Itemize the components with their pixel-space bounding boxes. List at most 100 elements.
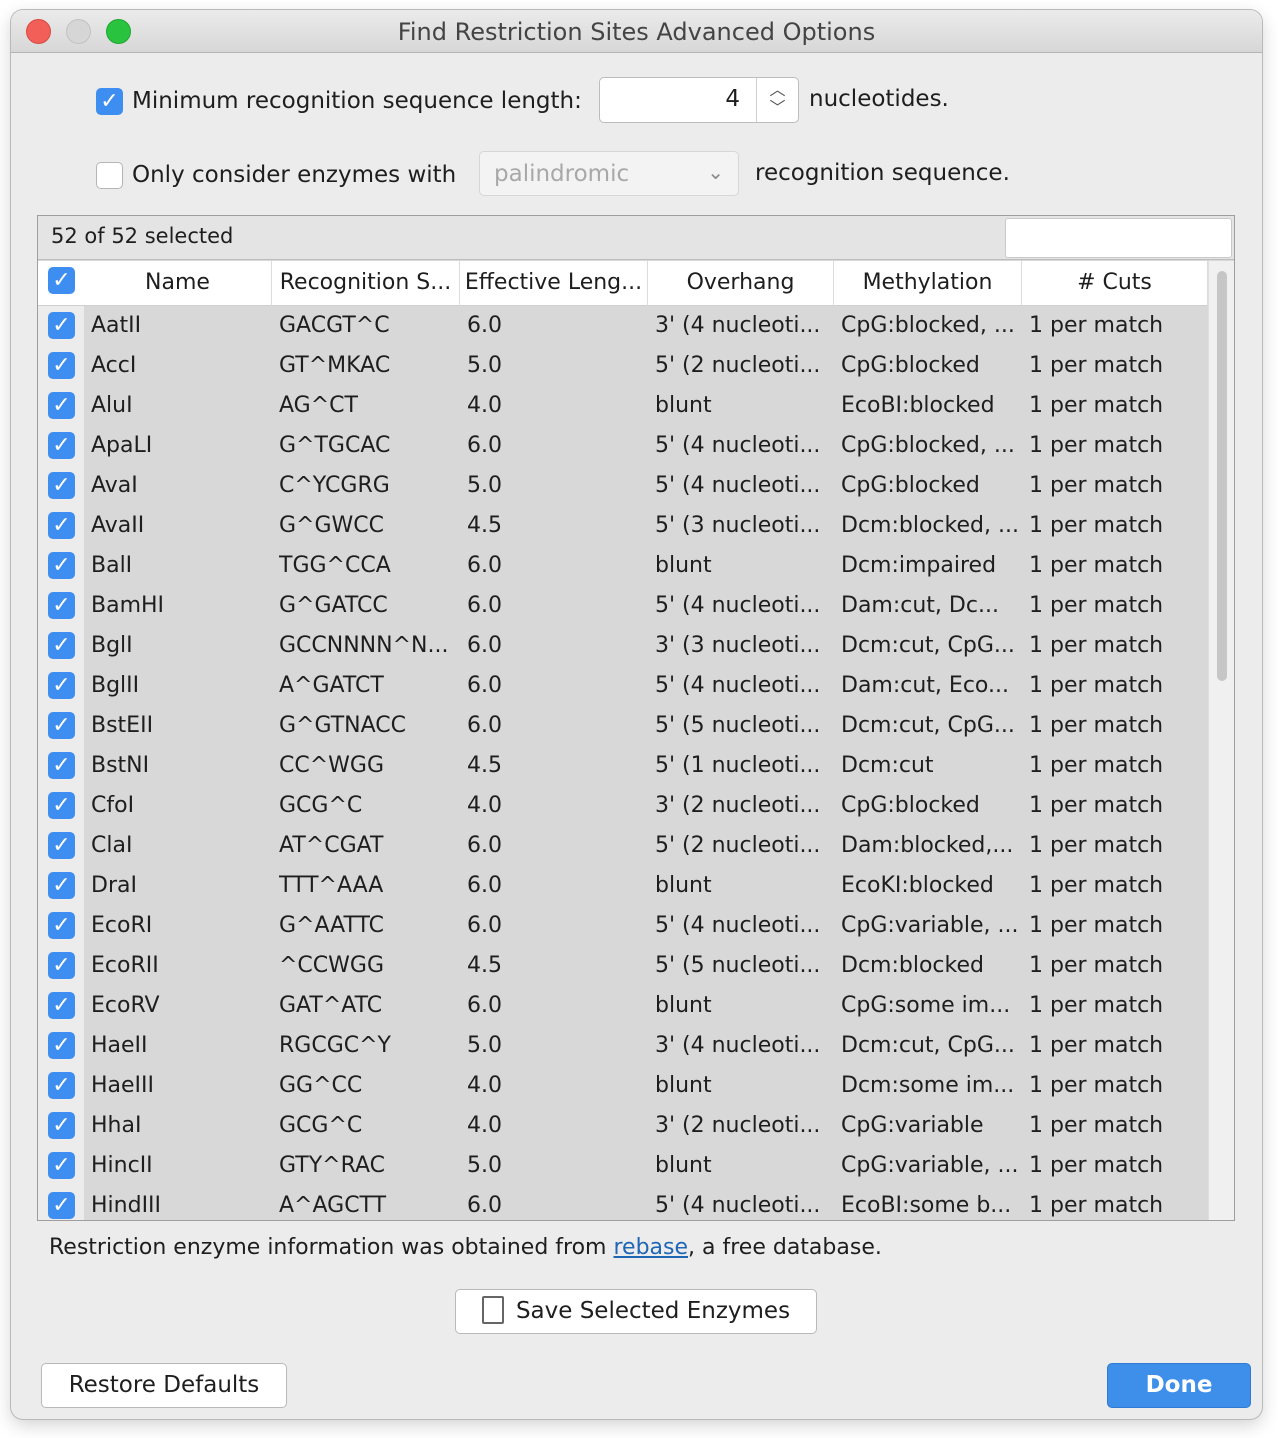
row-checkbox[interactable]: ✓	[48, 1032, 75, 1059]
column-header-methylation[interactable]: Methylation	[834, 261, 1022, 306]
column-header-overhang[interactable]: Overhang	[648, 261, 834, 306]
methylation-cell: CpG:variable	[841, 1113, 984, 1138]
table-row[interactable]: ✓ AvaI C^YCGRG 5.0 5' (4 nucleoti... CpG:bloc…	[38, 466, 1208, 506]
table-row[interactable]: ✓ ApaLI G^TGCAC 6.0 5' (4 nucleoti... CpG:blo…	[38, 426, 1208, 466]
table-scrollbar[interactable]	[1208, 261, 1234, 1220]
cuts-cell: 1 per match	[1029, 753, 1164, 778]
row-checkbox[interactable]: ✓	[48, 872, 75, 899]
min-length-stepper[interactable]: 4 ︿ ﹀	[599, 77, 799, 123]
row-checkbox[interactable]: ✓	[48, 472, 75, 499]
select-all-checkbox[interactable]: ✓	[48, 267, 75, 294]
column-header-effective-length[interactable]: Effective Leng...	[460, 261, 648, 306]
enzyme-name-cell: AvaII	[91, 513, 145, 538]
table-row[interactable]: ✓ HaeIII GG^CC 4.0 blunt Dcm:some im... 1 per …	[38, 1066, 1208, 1106]
min-length-checkbox[interactable]: ✓	[96, 88, 123, 115]
source-note-suffix: , a free database.	[688, 1235, 882, 1260]
row-checkbox[interactable]: ✓	[48, 1072, 75, 1099]
table-row[interactable]: ✓ DraI TTT^AAA 6.0 blunt EcoKI:blocked 1 per m…	[38, 866, 1208, 906]
row-checkbox[interactable]: ✓	[48, 832, 75, 859]
column-header-name[interactable]: Name	[84, 261, 272, 306]
row-checkbox[interactable]: ✓	[48, 992, 75, 1019]
table-row[interactable]: ✓ BglI GCCNNNN^N... 6.0 3' (3 nucleoti... Dcm…	[38, 626, 1208, 666]
row-checkbox[interactable]: ✓	[48, 712, 75, 739]
table-row[interactable]: ✓ HaeII RGCGC^Y 5.0 3' (4 nucleoti... Dcm:cut…	[38, 1026, 1208, 1066]
table-row[interactable]: ✓ CfoI GCG^C 4.0 3' (2 nucleoti... CpG:blocke…	[38, 786, 1208, 826]
column-header-recognition[interactable]: Recognition S...	[272, 261, 460, 306]
row-checkbox[interactable]: ✓	[48, 672, 75, 699]
table-row[interactable]: ✓ BstEII G^GTNACC 6.0 5' (5 nucleoti... Dcm:c…	[38, 706, 1208, 746]
row-checkbox[interactable]: ✓	[48, 432, 75, 459]
recognition-sequence-cell: GCG^C	[279, 1113, 363, 1138]
enzyme-name-cell: EcoRV	[91, 993, 160, 1018]
overhang-cell: 5' (3 nucleoti...	[655, 513, 821, 538]
table-row[interactable]: ✓ BalI TGG^CCA 6.0 blunt Dcm:impaired 1 per ma…	[38, 546, 1208, 586]
row-checkbox[interactable]: ✓	[48, 352, 75, 379]
table-header: ✓ Name Recognition S... Effective Leng..…	[38, 261, 1234, 306]
scrollbar-thumb[interactable]	[1217, 271, 1227, 681]
row-checkbox[interactable]: ✓	[48, 752, 75, 779]
table-row[interactable]: ✓ EcoRV GAT^ATC 6.0 blunt CpG:some im... 1 per…	[38, 986, 1208, 1026]
methylation-cell: Dam:blocked,...	[841, 833, 1014, 858]
recognition-sequence-cell: TGG^CCA	[279, 553, 391, 578]
methylation-cell: CpG:variable, ...	[841, 1153, 1019, 1178]
cuts-cell: 1 per match	[1029, 1113, 1164, 1138]
row-checkbox[interactable]: ✓	[48, 312, 75, 339]
table-row[interactable]: ✓ AvaII G^GWCC 4.5 5' (3 nucleoti... Dcm:bloc…	[38, 506, 1208, 546]
table-row[interactable]: ✓ HincII GTY^RAC 5.0 blunt CpG:variable, ... 1…	[38, 1146, 1208, 1186]
overhang-cell: 3' (2 nucleoti...	[655, 793, 821, 818]
row-checkbox[interactable]: ✓	[48, 592, 75, 619]
sequence-type-select[interactable]: palindromic ⌄	[479, 151, 739, 196]
row-checkbox[interactable]: ✓	[48, 512, 75, 539]
methylation-cell: CpG:blocked, ...	[841, 433, 1015, 458]
table-row[interactable]: ✓ HhaI GCG^C 4.0 3' (2 nucleoti... CpG:variab…	[38, 1106, 1208, 1146]
table-row[interactable]: ✓ ClaI AT^CGAT 6.0 5' (2 nucleoti... Dam:bloc…	[38, 826, 1208, 866]
cuts-cell: 1 per match	[1029, 713, 1164, 738]
table-row[interactable]: ✓ AccI GT^MKAC 5.0 5' (2 nucleoti... CpG:bloc…	[38, 346, 1208, 386]
table-row[interactable]: ✓ BstNI CC^WGG 4.5 5' (1 nucleoti... Dcm:cut 1…	[38, 746, 1208, 786]
cuts-cell: 1 per match	[1029, 673, 1164, 698]
row-checkbox[interactable]: ✓	[48, 552, 75, 579]
methylation-cell: Dcm:blocked	[841, 953, 984, 978]
table-row[interactable]: ✓ AluI AG^CT 4.0 blunt EcoBI:blocked 1 per mat…	[38, 386, 1208, 426]
row-checkbox[interactable]: ✓	[48, 792, 75, 819]
row-checkbox[interactable]: ✓	[48, 952, 75, 979]
effective-length-cell: 6.0	[467, 553, 502, 578]
recognition-sequence-cell: G^GATCC	[279, 593, 388, 618]
min-length-value[interactable]: 4	[725, 86, 740, 112]
enzyme-name-cell: EcoRII	[91, 953, 159, 978]
row-checkbox[interactable]: ✓	[48, 1192, 75, 1219]
methylation-cell: EcoKI:blocked	[841, 873, 994, 898]
only-consider-checkbox[interactable]	[96, 162, 123, 189]
effective-length-cell: 4.0	[467, 1113, 502, 1138]
rebase-link[interactable]: rebase	[613, 1235, 688, 1260]
stepper-arrows-icon[interactable]: ︿ ﹀	[756, 78, 798, 122]
save-button-label: Save Selected Enzymes	[515, 1298, 791, 1324]
row-checkbox[interactable]: ✓	[48, 1152, 75, 1179]
recognition-sequence-cell: GCCNNNN^N...	[279, 633, 449, 658]
restore-defaults-button[interactable]: Restore Defaults	[41, 1363, 287, 1408]
save-selected-enzymes-button[interactable]: Save Selected Enzymes	[455, 1289, 817, 1334]
table-row[interactable]: ✓ AatII GACGT^C 6.0 3' (4 nucleoti... CpG:blo…	[38, 306, 1208, 346]
table-row[interactable]: ✓ EcoRII ^CCWGG 4.5 5' (5 nucleoti... Dcm:blo…	[38, 946, 1208, 986]
methylation-cell: CpG:blocked	[841, 353, 980, 378]
row-checkbox[interactable]: ✓	[48, 392, 75, 419]
chevron-down-icon: ⌄	[707, 160, 724, 184]
row-checkbox[interactable]: ✓	[48, 632, 75, 659]
row-checkbox[interactable]: ✓	[48, 912, 75, 939]
enzyme-name-cell: DraI	[91, 873, 137, 898]
enzyme-table: 52 of 52 selected ✓ Name Recognition S..…	[37, 215, 1235, 1221]
cuts-cell: 1 per match	[1029, 313, 1164, 338]
overhang-cell: 5' (4 nucleoti...	[655, 593, 821, 618]
row-checkbox[interactable]: ✓	[48, 1112, 75, 1139]
table-row[interactable]: ✓ EcoRI G^AATTC 6.0 5' (4 nucleoti... CpG:var…	[38, 906, 1208, 946]
enzyme-name-cell: BamHI	[91, 593, 165, 618]
table-search-input[interactable]	[1005, 218, 1232, 258]
column-header-cuts[interactable]: # Cuts	[1022, 261, 1208, 306]
table-row[interactable]: ✓ HindIII A^AGCTT 6.0 5' (4 nucleoti... EcoBI…	[38, 1186, 1208, 1220]
table-row[interactable]: ✓ BamHI G^GATCC 6.0 5' (4 nucleoti... Dam:cut…	[38, 586, 1208, 626]
cuts-cell: 1 per match	[1029, 393, 1164, 418]
overhang-cell: 5' (2 nucleoti...	[655, 833, 821, 858]
cuts-cell: 1 per match	[1029, 1073, 1164, 1098]
table-row[interactable]: ✓ BglII A^GATCT 6.0 5' (4 nucleoti... Dam:cut…	[38, 666, 1208, 706]
done-button[interactable]: Done	[1107, 1363, 1251, 1408]
